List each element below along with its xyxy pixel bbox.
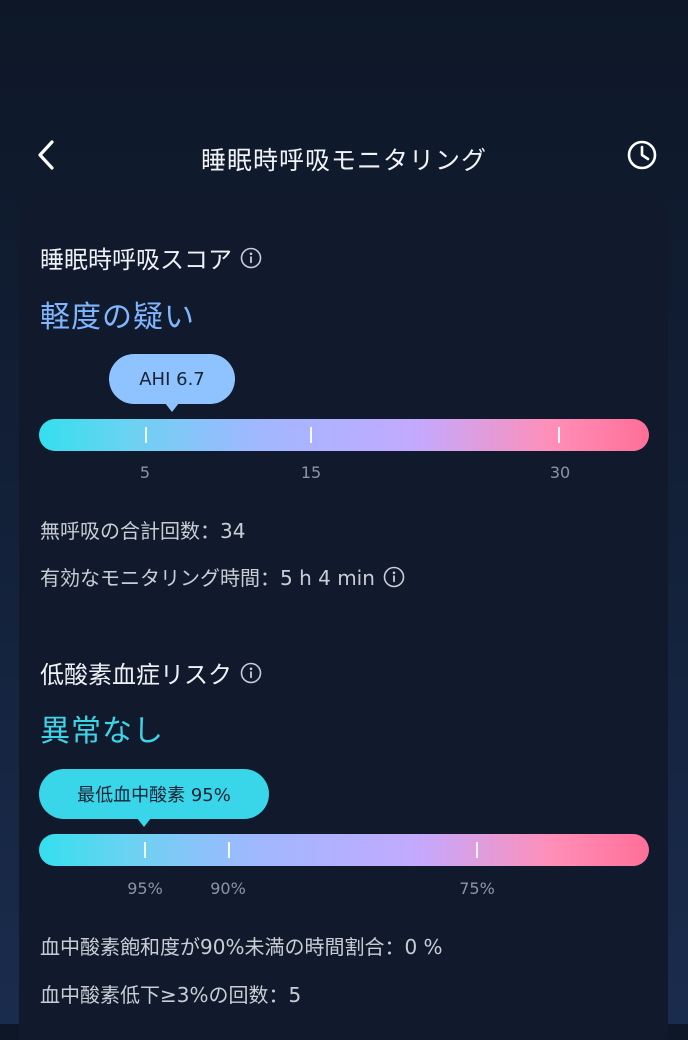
monitoring-time-text: 有効なモニタリング時間：5 h 4 min [40,566,375,590]
below-90-ratio: 血中酸素飽和度が90%未満の時間割合：0 % [40,935,443,959]
info-icon[interactable] [383,566,405,588]
spo2-gradient-bar [39,834,649,866]
ahi-tick-30 [558,427,560,443]
history-button[interactable] [622,137,662,177]
ahi-tick-5 [145,427,147,443]
monitoring-time-row: 有効なモニタリング時間：5 h 4 min [40,562,405,591]
page-title: 睡眠時呼吸モニタリング [200,146,487,175]
ahi-tick-label: 30 [549,463,571,482]
info-icon[interactable] [240,247,262,269]
spo2-tick-label: 75% [459,879,495,898]
hypoxemia-title-text: 低酸素血症リスク [40,661,232,689]
ahi-tick-label: 15 [300,463,322,482]
spo2-tick-75 [476,842,478,858]
hypoxemia-section-title: 低酸素血症リスク [40,655,262,690]
min-spo2-bubble: 最低血中酸素 95% [39,769,269,827]
spo2-drop-count: 血中酸素低下≥3%の回数：5 [40,983,302,1007]
ahi-tick-15 [310,427,312,443]
info-icon[interactable] [240,662,262,684]
ahi-value-bubble: AHI 6.7 [109,354,235,412]
sleep-apnea-status: 軽度の疑い [40,300,195,335]
ahi-gradient-bar [39,419,649,451]
clock-icon [626,139,658,175]
total-apnea-count: 無呼吸の合計回数：34 [40,519,246,543]
spo2-tick-label: 95% [127,879,163,898]
spo2-tick-90 [228,842,230,858]
ahi-tick-label: 5 [139,463,151,482]
monitoring-card: 睡眠時呼吸スコア 軽度の疑い AHI 6.7 5 15 30 無呼吸の合計回数：… [19,200,668,1040]
spo2-tick-95 [144,842,146,858]
spo2-tick-label: 90% [210,879,246,898]
sleep-apnea-section-title: 睡眠時呼吸スコア [40,240,262,275]
sleep-apnea-title-text: 睡眠時呼吸スコア [40,246,232,274]
hypoxemia-status: 異常なし [40,714,164,749]
app-header: 睡眠時呼吸モニタリング [0,125,688,189]
